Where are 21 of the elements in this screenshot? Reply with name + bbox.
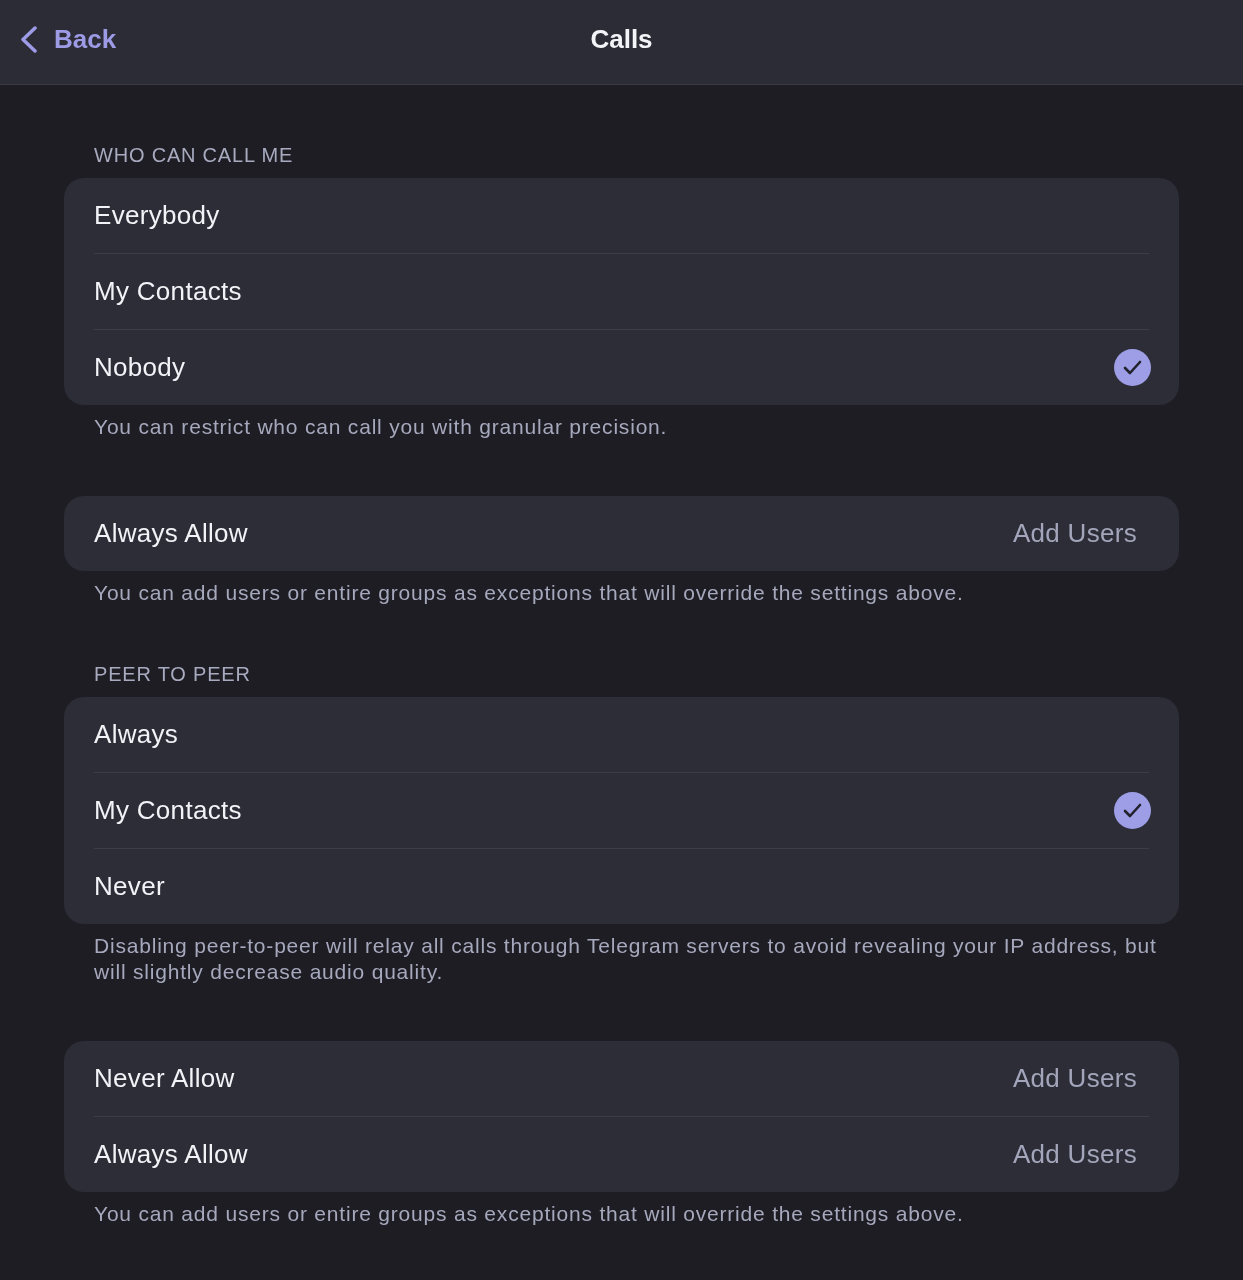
add-users-button[interactable]: Add Users bbox=[1012, 514, 1137, 553]
page-title: Calls bbox=[590, 23, 653, 56]
section-footer: You can add users or entire groups as exceptions that will override the settings above. bbox=[94, 1201, 1167, 1227]
option-row[interactable]: Always bbox=[64, 697, 1179, 772]
option-row[interactable]: My Contacts bbox=[64, 773, 1179, 848]
option-row[interactable]: Nobody bbox=[64, 330, 1179, 405]
section-header: WHO CAN CALL ME bbox=[94, 143, 294, 167]
option-row[interactable]: My Contacts bbox=[64, 254, 1179, 329]
setting-label: Always Allow bbox=[94, 1138, 248, 1171]
chevron-left-icon bbox=[20, 25, 38, 53]
section-footer: Disabling peer-to-peer will relay all calls through Telegram servers to avoid revealing your IP address, but will slightly decrease audio quality. bbox=[94, 933, 1167, 985]
section-footer: You can restrict who can call you with granular precision. bbox=[94, 414, 1167, 440]
add-users-button[interactable]: Add Users bbox=[1012, 1059, 1137, 1098]
section-header: PEER TO PEER bbox=[94, 662, 251, 686]
setting-label: Never Allow bbox=[94, 1062, 235, 1095]
section-footer: You can add users or entire groups as exceptions that will override the settings above. bbox=[94, 580, 1167, 606]
option-row[interactable]: Never bbox=[64, 849, 1179, 924]
option-row[interactable]: Everybody bbox=[64, 178, 1179, 253]
add-users-button[interactable]: Add Users bbox=[1012, 1135, 1137, 1174]
back-button[interactable]: Back bbox=[20, 19, 117, 59]
setting-label: Always Allow bbox=[94, 517, 248, 550]
